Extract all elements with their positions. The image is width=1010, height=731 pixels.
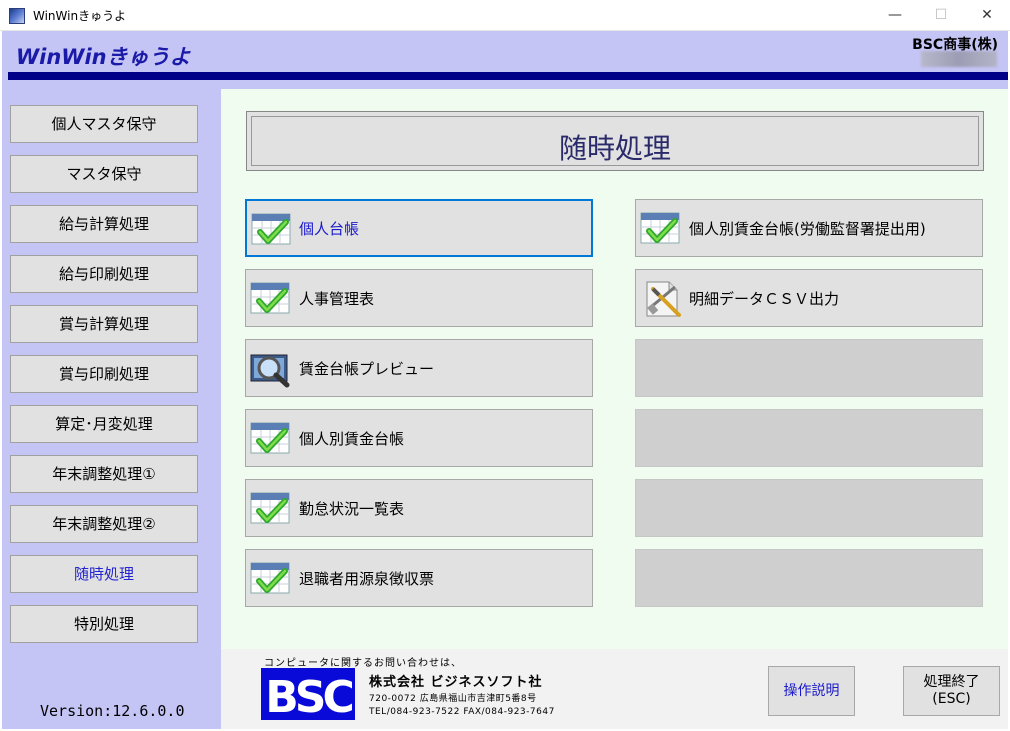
wage-ledger-preview-label: 賃金台帳プレビュー <box>299 360 435 378</box>
sidebar-item-master-maintenance[interactable]: マスタ保守 <box>10 155 198 193</box>
magnifier-preview-icon <box>250 354 290 388</box>
calendar-check-icon <box>640 212 680 244</box>
sidebar: 個人マスタ保守 マスタ保守 給与計算処理 給与印刷処理 賞与計算処理 賞与印刷処… <box>2 89 221 729</box>
individual-wage-ledger-label: 個人別賃金台帳 <box>299 430 405 448</box>
footer: コンピュータに関するお問い合わせは、 BSC 株式会社 ビジネスソフト社 720… <box>221 649 1008 729</box>
vendor-address: 720-0072 広島県福山市吉津町5番8号 <box>369 694 537 704</box>
page-title-frame: 随時処理 <box>251 116 979 166</box>
personnel-table-label: 人事管理表 <box>299 290 375 308</box>
csv-export-label: 明細データＣＳＶ出力 <box>689 290 840 308</box>
user-info-redacted <box>921 51 997 67</box>
window-titlebar: WinWinきゅうよ — ☐ ✕ <box>0 0 1010 31</box>
quit-button-label: 処理終了 <box>923 674 980 690</box>
quit-button-shortcut: (ESC) <box>932 691 971 707</box>
svg-text:BSC: BSC <box>265 672 352 720</box>
retiree-withholding-button[interactable]: 退職者用源泉徴収票 <box>245 549 593 607</box>
individual-wage-ledger-button[interactable]: 個人別賃金台帳 <box>245 409 593 467</box>
sidebar-item-personal-master[interactable]: 個人マスタ保守 <box>10 105 198 143</box>
calendar-check-icon <box>251 213 291 245</box>
sidebar-item-bonus-calc[interactable]: 賞与計算処理 <box>10 305 198 343</box>
bsc-logo: BSC <box>261 668 355 720</box>
personal-ledger-button[interactable]: 個人台帳 <box>245 199 593 257</box>
maximize-button[interactable]: ☐ <box>918 0 964 31</box>
document-tools-icon <box>646 281 681 317</box>
personal-ledger-label: 個人台帳 <box>299 220 360 238</box>
contact-note: コンピュータに関するお問い合わせは、 <box>264 658 462 669</box>
version-label: Version:12.6.0.0 <box>40 702 185 720</box>
close-button[interactable]: ✕ <box>964 0 1010 31</box>
sidebar-item-year-end-1[interactable]: 年末調整処理① <box>10 455 198 493</box>
labor-inspection-wage-ledger-label: 個人別賃金台帳(労働監督署提出用) <box>689 220 926 238</box>
app-header: WinWinきゅうよ BSC商事(株) <box>2 31 1008 89</box>
vendor-name: 株式会社 ビジネスソフト社 <box>369 675 543 690</box>
quit-button[interactable]: 処理終了 (ESC) <box>903 666 1000 716</box>
main-panel: 随時処理 個人台帳 人事管理表 賃金台帳プレビュー 個人別賃金台帳 勤怠状況一覧… <box>221 89 1008 649</box>
minimize-button[interactable]: — <box>872 0 918 31</box>
page-title-box: 随時処理 <box>246 111 984 171</box>
sidebar-item-salary-print[interactable]: 給与印刷処理 <box>10 255 198 293</box>
attendance-list-label: 勤怠状況一覧表 <box>299 500 405 518</box>
sidebar-item-salary-calc[interactable]: 給与計算処理 <box>10 205 198 243</box>
app-icon <box>9 8 25 24</box>
retiree-withholding-label: 退職者用源泉徴収票 <box>299 570 435 588</box>
attendance-list-button[interactable]: 勤怠状況一覧表 <box>245 479 593 537</box>
empty-slot-button[interactable] <box>635 479 983 537</box>
sidebar-item-year-end-2[interactable]: 年末調整処理② <box>10 505 198 543</box>
personnel-table-button[interactable]: 人事管理表 <box>245 269 593 327</box>
calendar-check-icon <box>250 422 290 454</box>
app-name: WinWinきゅうよ <box>16 45 191 69</box>
csv-export-button[interactable]: 明細データＣＳＶ出力 <box>635 269 983 327</box>
vendor-phone: TEL/084-923-7522 FAX/084-923-7647 <box>369 707 555 717</box>
empty-slot-button[interactable] <box>635 409 983 467</box>
calendar-check-icon <box>250 562 290 594</box>
sidebar-item-bonus-print[interactable]: 賞与印刷処理 <box>10 355 198 393</box>
help-button[interactable]: 操作説明 <box>768 666 855 716</box>
labor-inspection-wage-ledger-button[interactable]: 個人別賃金台帳(労働監督署提出用) <box>635 199 983 257</box>
header-divider-bar <box>8 72 1008 80</box>
calendar-check-icon <box>250 492 290 524</box>
page-title: 随時処理 <box>558 132 671 165</box>
sidebar-item-adhoc[interactable]: 随時処理 <box>10 555 198 593</box>
sidebar-item-special[interactable]: 特別処理 <box>10 605 198 643</box>
sidebar-item-santei-geppen[interactable]: 算定･月変処理 <box>10 405 198 443</box>
window-title: WinWinきゅうよ <box>33 9 127 23</box>
calendar-check-icon <box>250 282 290 314</box>
empty-slot-button[interactable] <box>635 549 983 607</box>
wage-ledger-preview-button[interactable]: 賃金台帳プレビュー <box>245 339 593 397</box>
empty-slot-button[interactable] <box>635 339 983 397</box>
